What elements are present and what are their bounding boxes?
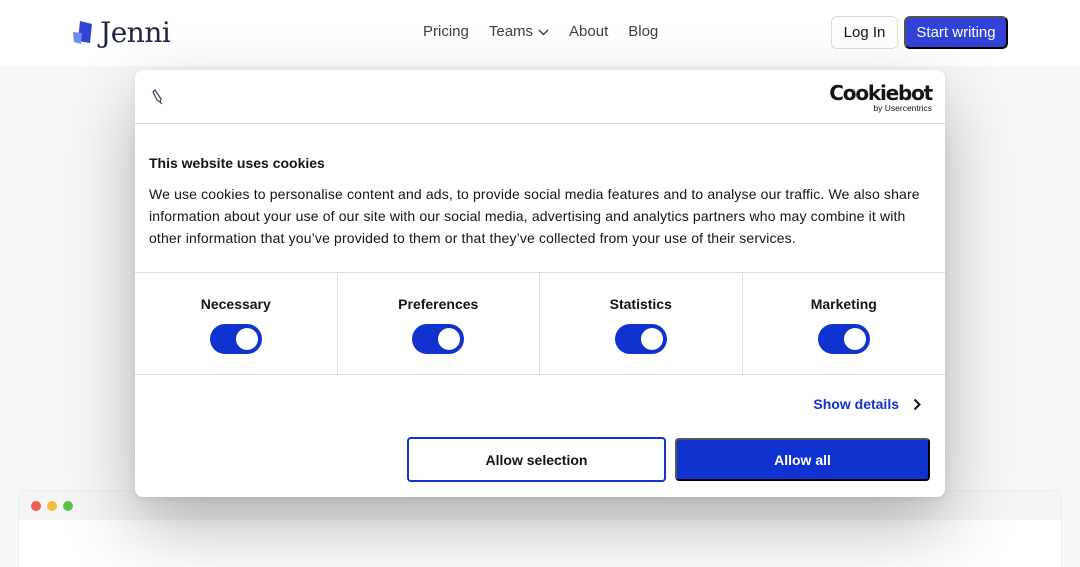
nav-teams-label: Teams [488,23,534,40]
show-details-label: Show details [813,396,899,412]
consent-marketing-label: Marketing [810,296,877,312]
window-minimize-dot [47,501,57,511]
pen-icon [152,89,163,105]
consent-necessary: Necessary [135,273,338,374]
dialog-body: This website uses cookies We use cookies… [149,155,939,249]
chevron-down-icon [538,29,549,35]
main-nav: Pricing Teams About Blog [423,23,678,41]
consent-marketing: Marketing [743,273,946,374]
window-maximize-dot [63,501,73,511]
statistics-toggle[interactable] [614,324,667,354]
show-details-link[interactable]: Show details [813,396,921,412]
consent-preferences: Preferences [338,273,540,374]
consent-preferences-label: Preferences [398,296,479,312]
chevron-right-icon [913,398,921,410]
app-preview-window [18,490,1062,567]
necessary-toggle[interactable] [209,324,262,354]
logo-text: Jenni [100,16,171,49]
start-writing-button[interactable]: Start writing [904,16,1008,49]
login-button[interactable]: Log In [831,16,898,49]
allow-all-button[interactable]: Allow all [675,438,930,481]
consent-categories: Necessary Preferences Statistics Marketi… [135,272,945,375]
dialog-header: Cookiebot by Usercentrics [135,70,945,124]
toggle-knob [438,328,461,350]
dialog-title: This website uses cookies [149,155,325,171]
consent-statistics: Statistics [540,273,743,374]
marketing-toggle[interactable] [817,324,870,354]
toggle-knob [843,328,866,350]
toggle-knob [640,328,663,350]
nav-pricing[interactable]: Pricing [423,23,469,41]
nav-blog[interactable]: Blog [628,23,658,41]
window-close-dot [31,501,41,511]
nav-teams[interactable]: Teams [489,23,549,41]
jenni-logo-icon [73,21,92,44]
site-header: Jenni Pricing Teams About Blog Log In St… [0,0,1080,66]
preferences-toggle[interactable] [412,324,465,354]
consent-necessary-label: Necessary [200,296,271,312]
cookiebot-wordmark: Cookiebot [829,81,933,105]
nav-about[interactable]: About [569,23,608,41]
cookie-consent-dialog: Cookiebot by Usercentrics This website u… [135,70,945,497]
consent-statistics-label: Statistics [609,296,672,312]
toggle-knob [235,328,258,350]
allow-selection-button[interactable]: Allow selection [407,437,666,482]
dialog-description: We use cookies to personalise content an… [149,186,920,246]
site-logo[interactable]: Jenni [72,16,171,49]
cookiebot-logo[interactable]: Cookiebot by Usercentrics [829,81,933,113]
